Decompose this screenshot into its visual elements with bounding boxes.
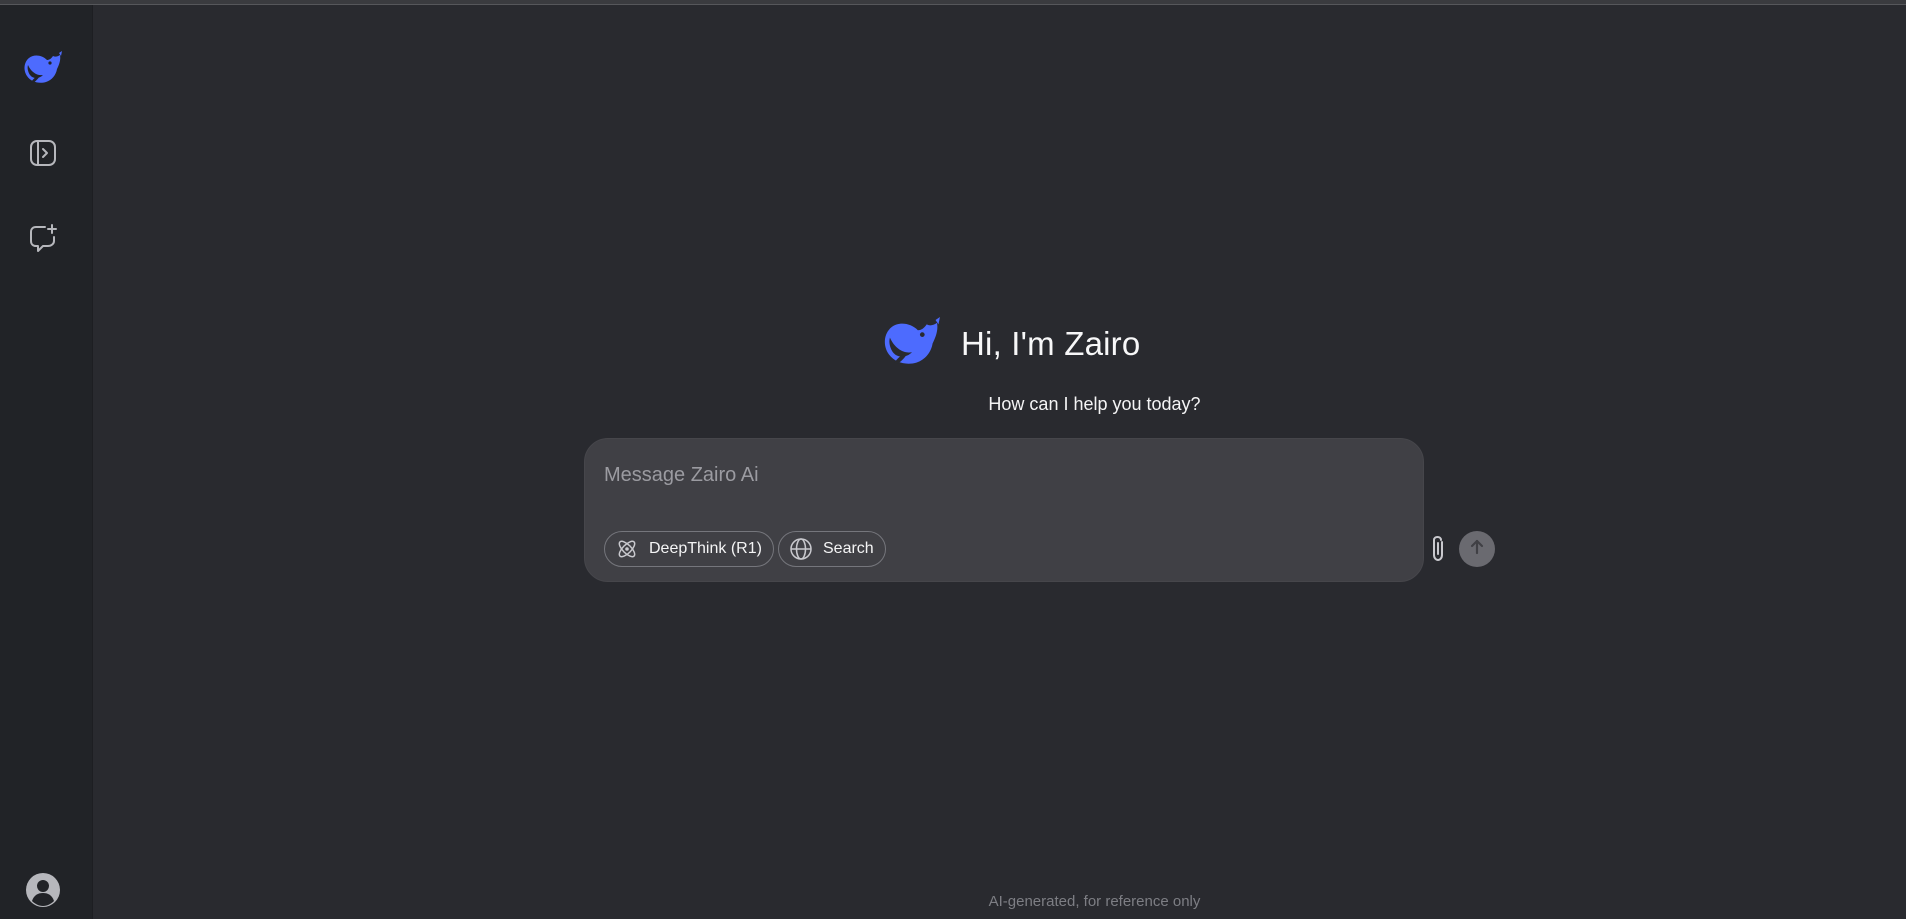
- arrow-up-icon: [1468, 538, 1486, 561]
- deepthink-label: DeepThink (R1): [649, 540, 762, 557]
- sidebar-panel-icon[interactable]: [22, 132, 64, 174]
- atom-icon: [615, 537, 639, 561]
- search-label: Search: [823, 540, 874, 557]
- user-avatar-icon[interactable]: [22, 869, 64, 911]
- disclaimer-text: AI-generated, for reference only: [988, 893, 1201, 910]
- whale-logo-icon: [881, 316, 943, 372]
- welcome-subtitle: How can I help you today?: [988, 394, 1201, 414]
- welcome-header: Hi, I'm Zairo: [881, 314, 1281, 374]
- message-input[interactable]: [604, 455, 1404, 495]
- main-area: Hi, I'm Zairo How can I help you today? …: [93, 5, 1906, 919]
- new-chat-icon[interactable]: [22, 217, 64, 259]
- send-button[interactable]: [1459, 531, 1495, 567]
- message-composer: DeepThink (R1) Search: [584, 438, 1495, 582]
- whale-logo-icon[interactable]: [22, 47, 64, 89]
- paperclip-icon[interactable]: [1421, 532, 1455, 566]
- globe-icon: [789, 537, 813, 561]
- search-toggle-button[interactable]: Search: [778, 531, 886, 567]
- page-title: Hi, I'm Zairo: [961, 325, 1141, 362]
- deepthink-toggle-button[interactable]: DeepThink (R1): [604, 531, 774, 567]
- sidebar: [0, 5, 93, 919]
